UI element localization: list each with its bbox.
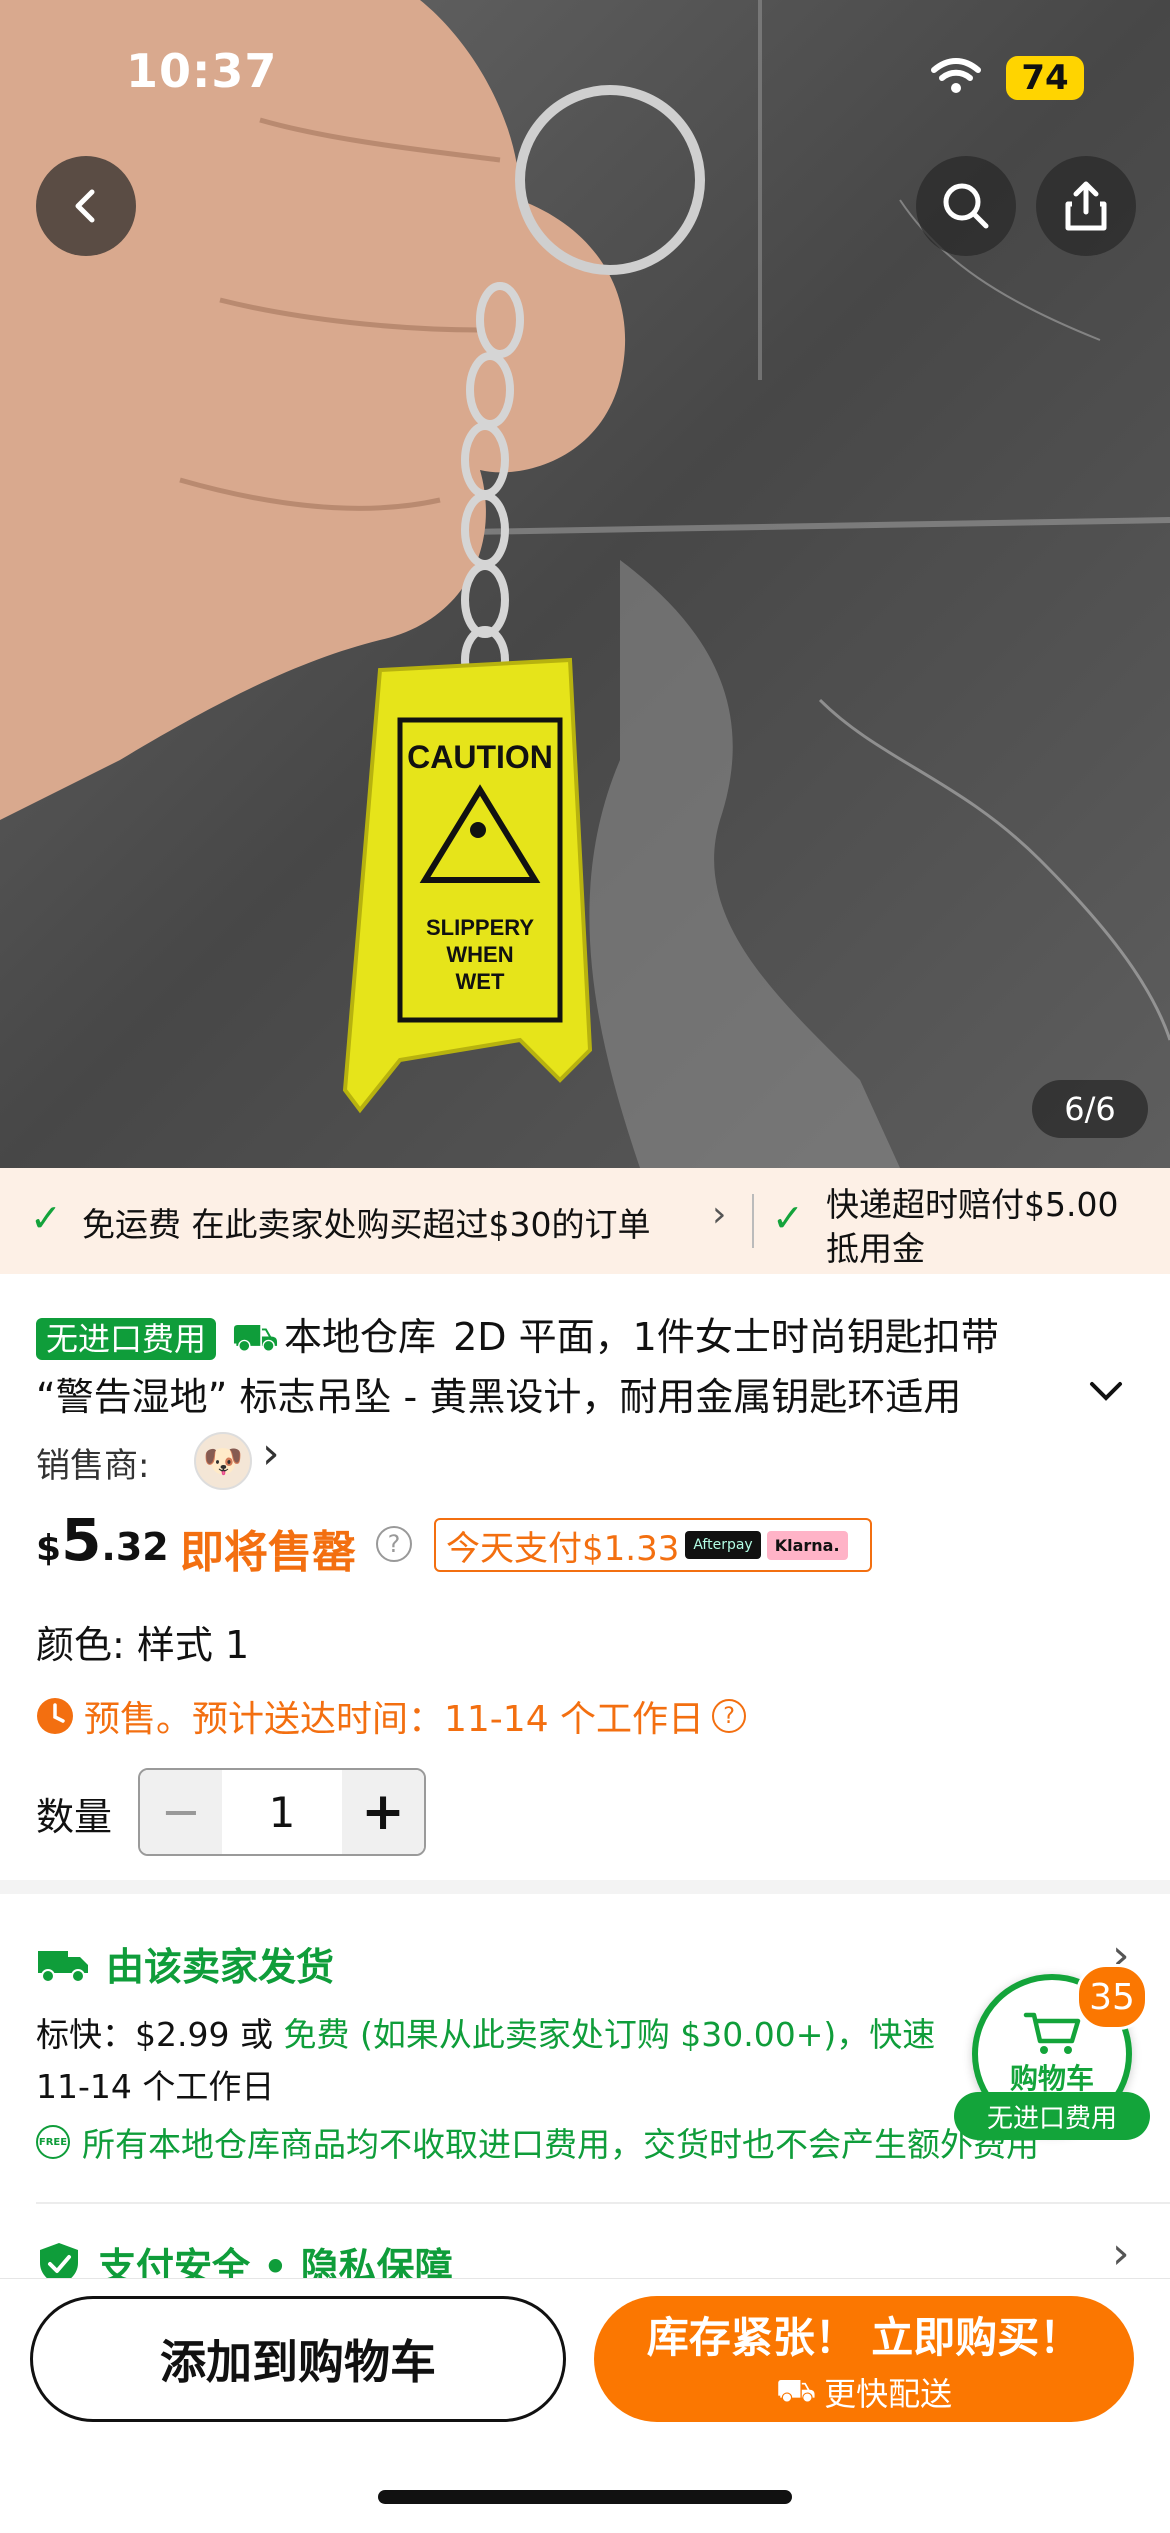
price: $ 5 .32 [36,1506,169,1574]
faster-delivery-row: ⛟ 更快配送 [776,2369,952,2415]
add-to-cart-button[interactable]: 添加到购物车 [30,2296,566,2422]
help-icon[interactable]: ? [712,1699,747,1733]
truck-icon: ⛟ [775,2370,817,2409]
truck-icon [38,1950,88,1983]
product-title-line1: 无进口费用 ⛟ 本地仓库 2D 平面，1件女士时尚钥匙扣带 [36,1306,1076,1365]
shipping-rate-line: 标快：$2.99 或 免费 (如果从此卖家处订购 $30.00+)，快速 [36,2008,986,2056]
battery-indicator: 74 [1006,56,1084,100]
product-title-text: 2D 平面，1件女士时尚钥匙扣带 [453,1315,999,1359]
share-button[interactable] [1036,156,1136,256]
standard-rate: 标快：$2.99 或 [36,2015,284,2054]
seller-label: 销售商: [36,1446,150,1486]
seller-avatar[interactable]: 🐶 [194,1432,252,1490]
back-button[interactable] [36,156,136,256]
quantity-increase-button[interactable]: + [342,1770,424,1854]
help-icon[interactable]: ? [376,1526,412,1562]
installment-banner[interactable]: 今天支付$1.33 Afterpay Klarna. [434,1518,872,1572]
delivery-time: 11-14 个工作日 [36,2067,275,2106]
pay-today-text: 今天支付$1.33 [446,1528,680,1569]
selling-out-label: 即将售罄 [180,1527,356,1578]
presale-notice: 预售。预计送达时间：11-14 个工作日 ? [36,1690,747,1742]
buy-now-button[interactable]: 库存紧张！ 立即购买！ ⛟ 更快配送 [594,2296,1134,2422]
expand-title-chevron-icon[interactable] [1086,1376,1126,1406]
import-fee-note-text: 所有本地仓库商品均不收取进口费用，交货时也不会产生额外费用 [82,2125,1039,2164]
free-shipping-text: 免运费 在此卖家处购买超过$30的订单 [82,1205,651,1244]
status-time: 10:37 [126,44,278,98]
late-delivery-credit-line2: 抵用金 [826,1229,925,1268]
section-divider [0,1880,1170,1894]
slippery-text: SLIPPERY [426,915,534,940]
banner-divider [752,1194,754,1248]
local-warehouse-label: 本地仓库 [284,1315,437,1359]
price-decimal: .32 [101,1525,169,1569]
faster-delivery-label: 更快配送 [824,2374,953,2413]
shipping-promo-banner[interactable]: ✓ 免运费 在此卖家处购买超过$30的订单 › ✓ 快递超时赔付$5.00 抵用… [0,1168,1170,1274]
late-delivery-credit-line1: 快递超时赔付$5.00 [826,1185,1119,1224]
check-icon: ✓ [772,1196,804,1240]
quantity-label: 数量 [36,1795,113,1839]
wifi-icon [931,58,981,93]
price-integer: 5 [61,1506,102,1574]
price-currency: $ [36,1528,62,1569]
free-threshold: 免费 (如果从此卖家处订购 $30.00+)，快速 [283,2015,936,2054]
cart-no-import-fee-tag: 无进口费用 [954,2092,1150,2140]
image-counter: 6/6 [1032,1080,1148,1138]
check-icon: ✓ [30,1196,62,1240]
product-image-gallery[interactable]: CAUTION SLIPPERY WHEN WET 10:37 74 6/6 [0,0,1170,1168]
security-chevron-icon[interactable]: › [1112,2228,1130,2279]
search-button[interactable] [916,156,1016,256]
quantity-value[interactable]: 1 [222,1770,342,1854]
buy-now-label: 库存紧张！ 立即购买！ [646,2312,1082,2362]
shipping-section-header[interactable]: 由该卖家发货 [36,1936,334,1991]
chevron-right-icon: › [712,1194,727,1235]
home-indicator [378,2490,792,2504]
section-line [36,2202,1170,2204]
clock-icon [37,1698,73,1734]
seller-chevron-icon[interactable]: › [262,1428,280,1479]
cart-label: 购物车 [1009,2062,1094,2095]
chevron-left-icon [75,189,95,223]
quantity-stepper: − 1 + [138,1768,426,1856]
klarna-logo: Klarna. [766,1530,848,1560]
afterpay-logo: Afterpay [685,1531,761,1559]
quantity-decrease-button[interactable]: − [140,1770,222,1854]
search-icon [943,183,989,229]
product-title-line2: “警告湿地” 标志吊坠 - 黄黑设计，耐用金属钥匙环适用 [36,1375,962,1419]
wet-text: WET [456,969,505,994]
color-selection[interactable]: 颜色: 样式 1 [36,1614,249,1669]
when-text: WHEN [446,942,513,967]
cart-count-badge: 35 [1076,1964,1148,2030]
presale-text: 预售。预计送达时间：11-14 个工作日 [84,1699,705,1740]
truck-icon: ⛟ [231,1315,279,1359]
ships-from-seller-title: 由该卖家发货 [106,1945,335,1989]
free-icon: FREE [36,2125,70,2159]
no-import-fee-badge: 无进口费用 [36,1318,217,1360]
caution-text: CAUTION [407,739,553,775]
share-icon [1065,181,1107,231]
cart-icon [1023,2012,1081,2054]
